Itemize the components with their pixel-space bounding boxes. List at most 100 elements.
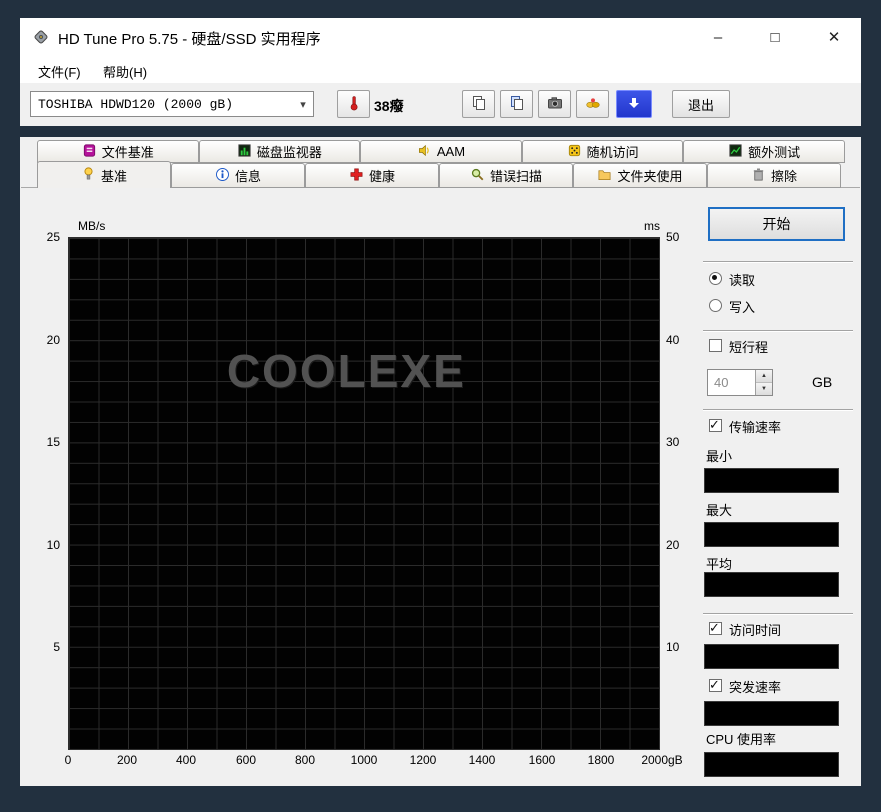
camera-icon: [547, 95, 563, 114]
maximize-button[interactable]: □: [757, 24, 793, 50]
magnifier-icon: [470, 167, 485, 185]
tab-disk-monitor[interactable]: 磁盘监视器: [199, 140, 361, 163]
tab-label: 擦除: [771, 166, 797, 185]
access-time-label: 访问时间: [729, 620, 781, 639]
tab-label: 随机访问: [587, 142, 639, 161]
drive-select[interactable]: TOSHIBA HDWD120 (2000 gB) ▾: [30, 91, 314, 117]
disk-monitor-icon: [237, 143, 252, 161]
temperature-button[interactable]: [337, 90, 370, 118]
benchmark-lamp-icon: [81, 166, 96, 184]
info-icon: [215, 167, 230, 185]
toolbar: TOSHIBA HDWD120 (2000 gB) ▾ 38癈: [20, 83, 861, 126]
x-tick: 0: [65, 753, 72, 767]
separator: [703, 613, 853, 615]
title-bar: HD Tune Pro 5.75 - 硬盘/SSD 实用程序 – □ ✕: [20, 18, 861, 56]
right-tick: 40: [666, 333, 700, 347]
start-button[interactable]: 开始: [708, 207, 845, 241]
x-tick: 600: [236, 753, 256, 767]
copy-color-button[interactable]: [500, 90, 533, 118]
right-tick: 10: [666, 640, 700, 654]
write-radio[interactable]: [709, 299, 722, 312]
tab-row-upper: 文件基准 磁盘监视器: [37, 140, 845, 163]
tab-health[interactable]: 健康: [305, 163, 439, 188]
max-value-display: [704, 522, 839, 547]
gb-unit-label: GB: [812, 374, 832, 390]
main-panel: 文件基准 磁盘监视器: [20, 137, 861, 786]
tab-aam[interactable]: AAM: [360, 140, 522, 163]
window-title: HD Tune Pro 5.75 - 硬盘/SSD 实用程序: [58, 28, 321, 49]
exit-button[interactable]: 退出: [672, 90, 730, 118]
tab-label: 健康: [369, 166, 395, 185]
access-time-checkbox[interactable]: [709, 622, 722, 635]
trash-icon: [751, 167, 766, 185]
y-tick: 20: [26, 333, 60, 347]
tab-folder-usage[interactable]: 文件夹使用: [573, 163, 707, 188]
transfer-rate-checkbox[interactable]: [709, 419, 722, 432]
read-radio[interactable]: [709, 272, 722, 285]
short-stroke-size-input[interactable]: 40 ▲ ▼: [707, 369, 773, 396]
tab-extra-tests[interactable]: 额外测试: [683, 140, 845, 163]
tab-label: 磁盘监视器: [257, 142, 322, 161]
tab-error-scan[interactable]: 错误扫描: [439, 163, 573, 188]
menu-bar: 文件(F) 帮助(H): [20, 56, 861, 83]
cpu-usage-value-display: [704, 752, 839, 777]
menu-file[interactable]: 文件(F): [28, 60, 91, 83]
spinner: ▲ ▼: [755, 370, 772, 395]
chevron-down-icon: ▾: [293, 98, 313, 111]
tab-erase[interactable]: 擦除: [707, 163, 841, 188]
write-radio-label: 写入: [729, 297, 755, 316]
extra-tests-icon: [728, 143, 743, 161]
tab-label: AAM: [437, 144, 465, 159]
spin-up-button[interactable]: ▲: [756, 370, 772, 383]
close-button[interactable]: ✕: [816, 24, 852, 50]
update-button[interactable]: [616, 90, 652, 118]
avg-label: 平均: [706, 554, 732, 573]
hands-icon: [585, 95, 601, 114]
tab-label: 信息: [235, 166, 261, 185]
x-tick: 800: [295, 753, 315, 767]
tab-label: 错误扫描: [490, 166, 542, 185]
drive-select-value: TOSHIBA HDWD120 (2000 gB): [31, 97, 293, 112]
watermark: COOLEXE: [227, 344, 466, 398]
tab-row-lower: 基准 信息 健康: [37, 163, 841, 188]
left-axis-unit: MB/s: [78, 219, 105, 233]
app-icon: [33, 29, 49, 45]
benchmark-chart: COOLEXE: [68, 237, 660, 750]
burst-rate-label: 突发速率: [729, 677, 781, 696]
tab-file-benchmark[interactable]: 文件基准: [37, 140, 199, 163]
copy-icon: [471, 95, 487, 114]
tab-label: 额外测试: [748, 142, 800, 161]
file-benchmark-icon: [82, 143, 97, 161]
spin-down-button[interactable]: ▼: [756, 383, 772, 395]
short-stroke-size-value: 40: [708, 370, 755, 395]
x-tick: 200: [117, 753, 137, 767]
screenshot-button[interactable]: [538, 90, 571, 118]
separator: [703, 261, 853, 263]
menu-help[interactable]: 帮助(H): [93, 60, 157, 83]
separator: [703, 330, 853, 332]
y-tick: 5: [26, 640, 60, 654]
folder-icon: [597, 167, 612, 185]
copy-button[interactable]: [462, 90, 495, 118]
x-tick: 1800: [588, 753, 615, 767]
minimize-button[interactable]: –: [700, 24, 736, 50]
tab-benchmark[interactable]: 基准: [37, 161, 171, 188]
burst-rate-value-display: [704, 701, 839, 726]
short-stroke-checkbox[interactable]: [709, 339, 722, 352]
tab-random-access[interactable]: 随机访问: [522, 140, 684, 163]
x-tick: 400: [176, 753, 196, 767]
thermometer-icon: [347, 95, 361, 114]
cpu-usage-label: CPU 使用率: [706, 729, 776, 748]
x-tick: 1600: [529, 753, 556, 767]
y-tick: 10: [26, 538, 60, 552]
y-tick: 15: [26, 435, 60, 449]
tab-label: 基准: [101, 166, 127, 185]
temperature-value: 38癈: [374, 96, 404, 116]
copy-color-icon: [509, 95, 525, 114]
transfer-rate-label: 传输速率: [729, 417, 781, 436]
burst-rate-checkbox[interactable]: [709, 679, 722, 692]
register-button[interactable]: [576, 90, 609, 118]
tab-info[interactable]: 信息: [171, 163, 305, 188]
separator: [703, 409, 853, 411]
x-tick: 2000gB: [641, 753, 682, 767]
